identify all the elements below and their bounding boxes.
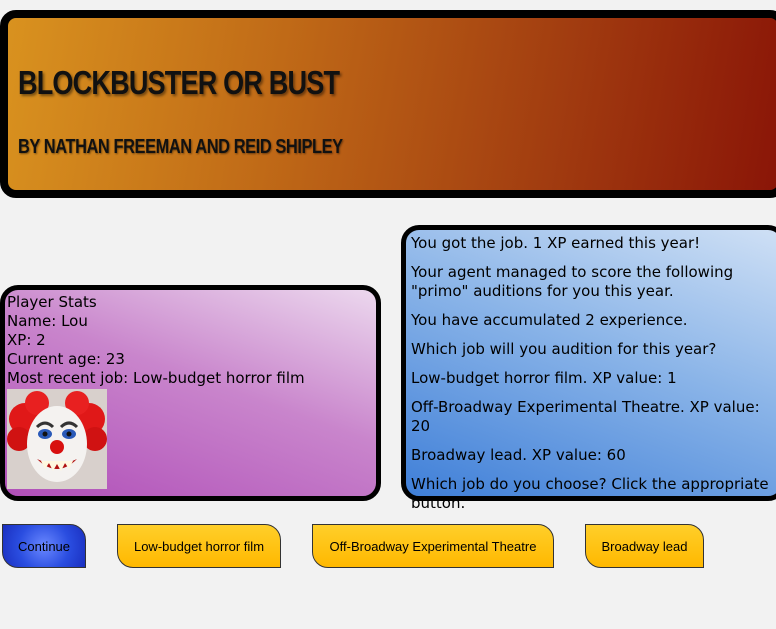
- title-banner: BLOCKBUSTER OR BUST BY NATHAN FREEMAN AN…: [0, 10, 776, 198]
- choice-prompt: Which job do you choose? Click the appro…: [411, 475, 769, 512]
- broadway-lead-button[interactable]: Broadway lead: [585, 524, 704, 568]
- game-title: BLOCKBUSTER OR BUST: [18, 64, 340, 101]
- player-name: Name: Lou: [7, 312, 88, 330]
- stats-heading: Player Stats: [7, 293, 97, 311]
- player-xp: XP: 2: [7, 331, 46, 349]
- off-broadway-button[interactable]: Off-Broadway Experimental Theatre: [312, 524, 554, 568]
- job-option-off-broadway: Off-Broadway Experimental Theatre. XP va…: [411, 398, 760, 435]
- job-option-horror: Low-budget horror film. XP value: 1: [411, 369, 677, 387]
- player-stats-panel: Player Stats Name: Lou XP: 2 Current age…: [0, 285, 381, 501]
- experience-text: You have accumulated 2 experience.: [411, 311, 688, 329]
- horror-film-button[interactable]: Low-budget horror film: [117, 524, 281, 568]
- agent-text: Your agent managed to score the followin…: [411, 263, 734, 300]
- recent-job: Most recent job: Low-budget horror film: [7, 369, 305, 387]
- player-age: Current age: 23: [7, 350, 125, 368]
- clown-portrait: [7, 389, 107, 489]
- game-credits: BY NATHAN FREEMAN AND REID SHIPLEY: [18, 136, 343, 158]
- continue-button[interactable]: Continue: [2, 524, 86, 568]
- question-text: Which job will you audition for this yea…: [411, 340, 717, 358]
- story-panel: You got the job. 1 XP earned this year! …: [401, 225, 776, 512]
- job-option-broadway: Broadway lead. XP value: 60: [411, 446, 626, 464]
- job-result-text: You got the job. 1 XP earned this year!: [411, 234, 701, 252]
